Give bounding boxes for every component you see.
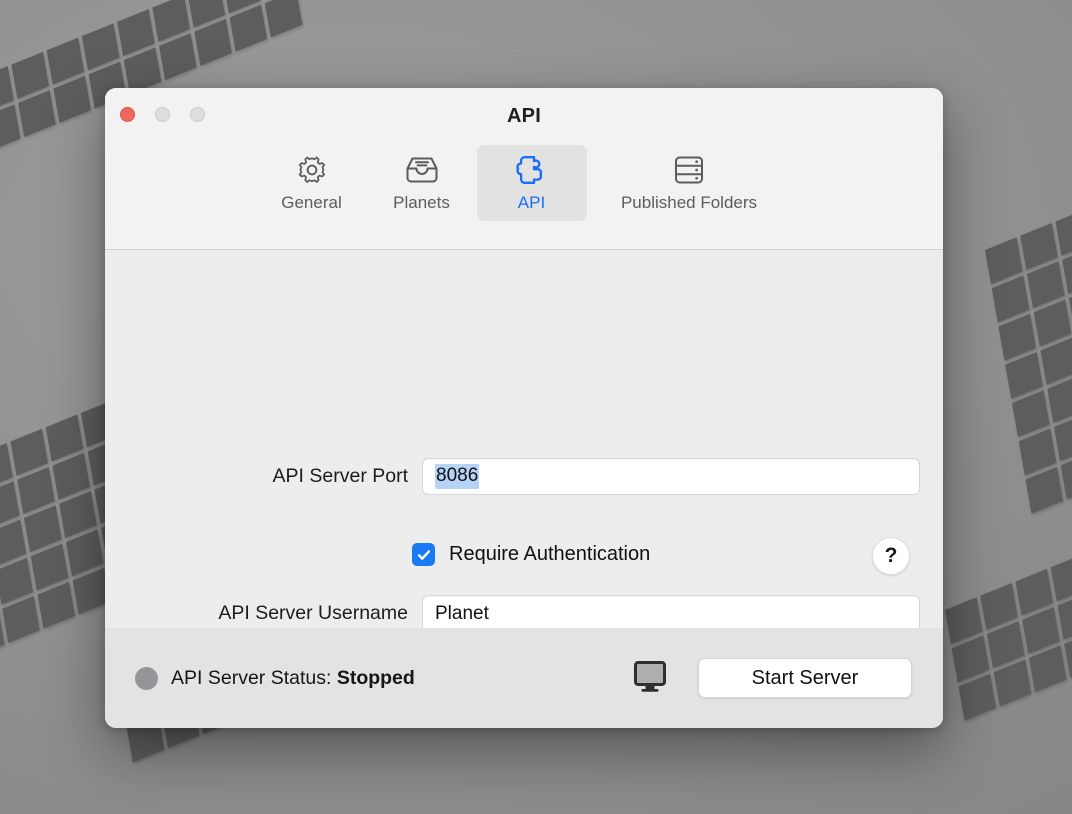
form-row-username: API Server Username Planet [135, 595, 920, 632]
status-bar: API Server Status: Stopped Start Server [105, 628, 943, 728]
server-status-group: API Server Status: Stopped [135, 667, 415, 690]
require-auth-label: Require Authentication [449, 543, 650, 566]
status-prefix: API Server Status: [171, 667, 337, 689]
preferences-window: API General [105, 88, 943, 728]
port-label: API Server Port [211, 465, 408, 488]
tab-label: Planets [393, 193, 450, 213]
gear-icon [295, 154, 329, 186]
puzzle-piece-icon [514, 154, 550, 186]
status-indicator-dot [135, 667, 158, 690]
require-auth-row[interactable]: Require Authentication [412, 543, 650, 566]
username-label: API Server Username [135, 602, 408, 625]
inbox-tray-icon [404, 154, 440, 186]
wallpaper-panel-band [985, 166, 1072, 514]
server-rack-icon [672, 154, 706, 186]
help-question-icon[interactable]: ? [872, 537, 910, 575]
tab-published-folders[interactable]: Published Folders [587, 145, 792, 221]
port-input[interactable]: 8086 [422, 458, 920, 495]
display-monitor-icon[interactable] [631, 659, 669, 700]
page-title: API [105, 105, 943, 128]
desktop-background: API General [0, 0, 1072, 814]
window-toolbar: API General [105, 88, 943, 250]
status-value: Stopped [337, 667, 415, 689]
require-auth-checkbox[interactable] [412, 543, 435, 566]
tab-label: Published Folders [621, 193, 757, 213]
form-row-port: API Server Port 8086 [211, 458, 920, 495]
tab-planets[interactable]: Planets [367, 145, 477, 221]
tab-label: API [518, 193, 545, 213]
port-value: 8086 [435, 464, 479, 489]
settings-content: API Server Port 8086 Require Authenticat… [105, 250, 943, 628]
tab-label: General [281, 193, 341, 213]
status-text: API Server Status: Stopped [171, 667, 415, 690]
tab-api[interactable]: API [477, 145, 587, 221]
username-value: Planet [435, 603, 489, 625]
username-input[interactable]: Planet [422, 595, 920, 632]
start-server-button[interactable]: Start Server [698, 658, 912, 698]
wallpaper-panel-band [945, 555, 1072, 721]
tab-general[interactable]: General [257, 145, 367, 221]
toolbar-tabs: General Planets [105, 145, 943, 221]
